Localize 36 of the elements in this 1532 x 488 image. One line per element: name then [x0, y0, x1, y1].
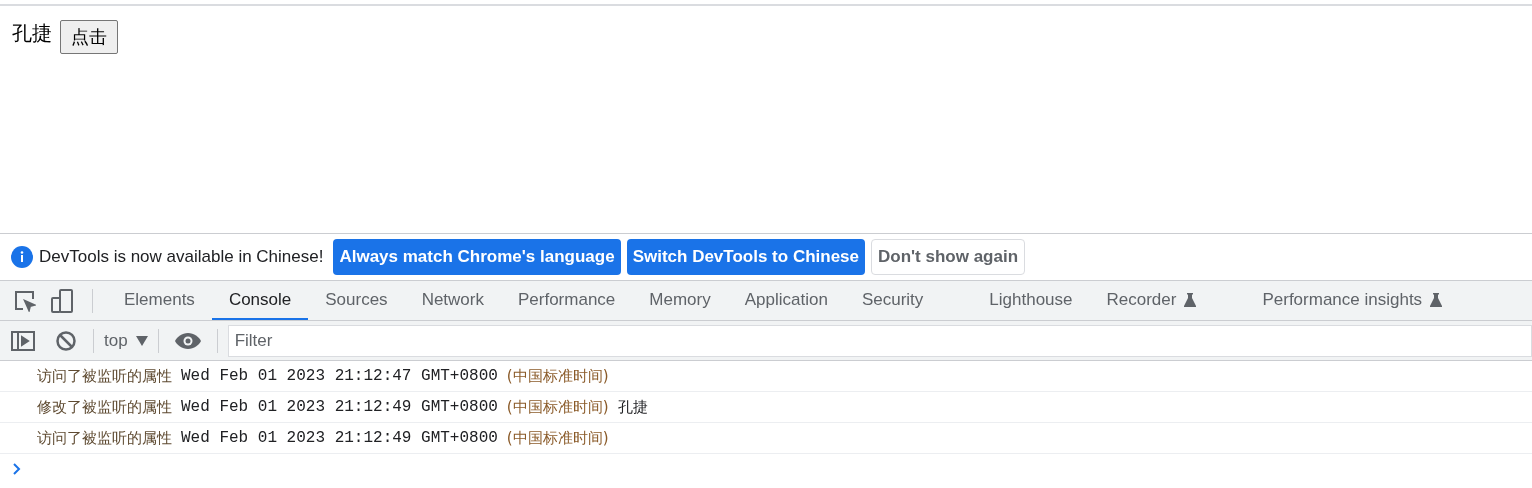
caret-icon [135, 335, 148, 346]
banner-button[interactable]: Switch DevTools to Chinese [626, 239, 865, 275]
log-date: Wed Feb 01 2023 21:12:47 GMT+0800 [181, 366, 498, 387]
click-button[interactable]: 点击 [60, 20, 118, 54]
banner-message: DevTools is now available in Chinese! [39, 246, 324, 269]
log-message: 修改了被监听的属性 [37, 396, 172, 418]
inspect-icon[interactable] [14, 289, 36, 312]
log-date: Wed Feb 01 2023 21:12:49 GMT+0800 [181, 428, 498, 449]
devtools-tab[interactable]: Application [727, 281, 845, 320]
devtools-tab[interactable]: Lighthouse [972, 281, 1090, 320]
sidebar-toggle-icon[interactable] [11, 329, 35, 352]
log-date: Wed Feb 01 2023 21:12:49 GMT+0800 [181, 397, 498, 418]
devtools-tab[interactable]: Recorder [1089, 281, 1214, 320]
devtools-tab[interactable]: Memory [632, 281, 728, 320]
device-icon[interactable] [50, 288, 74, 313]
log-timezone: (中国标准时间) [506, 427, 609, 449]
prompt-icon[interactable] [12, 463, 22, 475]
log-timezone: (中国标准时间) [506, 365, 609, 387]
banner-button[interactable]: Don't show again [871, 239, 1026, 275]
eye-icon[interactable] [174, 332, 201, 349]
devtools-tab[interactable]: Performance [501, 281, 633, 320]
page-text: 孔捷 [12, 21, 52, 46]
devtools-tab[interactable]: Elements [107, 281, 212, 320]
devtools-tab[interactable]: Sources [308, 281, 405, 320]
devtools-tab[interactable]: Security [844, 281, 941, 320]
log-message: 访问了被监听的属性 [37, 365, 172, 387]
devtools-tab[interactable]: Network [404, 281, 501, 320]
clear-icon[interactable] [55, 329, 77, 352]
filter-field[interactable]: Filter [227, 324, 1532, 357]
devtools-tab[interactable]: Performance insights [1245, 281, 1460, 320]
log-message: 访问了被监听的属性 [37, 427, 172, 449]
log-timezone: (中国标准时间) [506, 396, 609, 418]
context-dropdown[interactable]: top [104, 327, 148, 354]
banner-button[interactable]: Always match Chrome's language [333, 239, 621, 275]
info-icon [11, 246, 33, 268]
log-value: 孔捷 [617, 396, 648, 418]
